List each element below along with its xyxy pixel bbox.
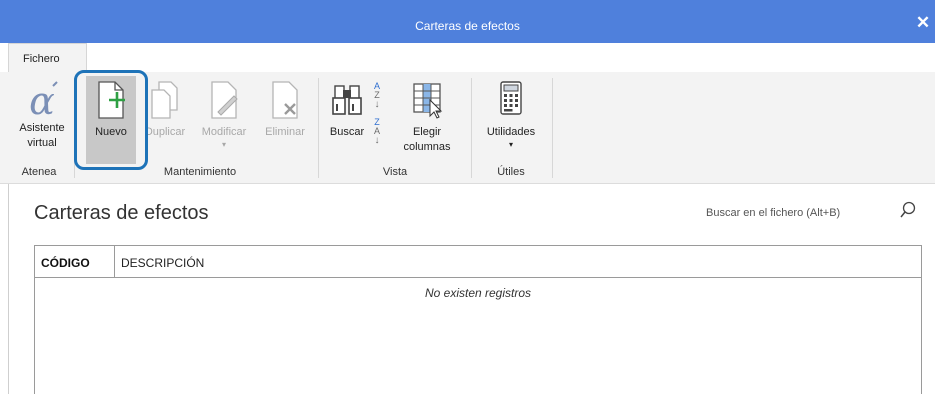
column-header-descripcion[interactable]: DESCRIPCIÓN: [121, 256, 204, 270]
eliminar-button[interactable]: Eliminar: [258, 78, 312, 140]
elegir-columnas-button[interactable]: Elegir columnas: [398, 78, 456, 155]
elegir-label-2: columnas: [403, 141, 451, 153]
ribbon: α Asistente virtual Atenea Nuevo Duplica…: [0, 70, 935, 184]
nuevo-highlight-ring: [74, 70, 148, 170]
sort-descending-icon[interactable]: Z A ↓: [371, 118, 383, 146]
modificar-label: Modificar: [201, 126, 247, 138]
calculator-icon: [500, 81, 522, 115]
alpha-icon: α: [29, 79, 58, 122]
group-label-atenea: Atenea: [21, 166, 57, 178]
eliminar-label: Eliminar: [265, 126, 305, 138]
edit-document-icon: [211, 81, 238, 119]
group-label-utiles: Útiles: [497, 166, 525, 178]
group-label-mantenimiento: Mantenimiento: [163, 166, 237, 178]
sort-ascending-icon[interactable]: A Z ↓: [371, 82, 383, 110]
pane-border: [8, 184, 9, 394]
asistente-label-2: virtual: [27, 137, 57, 149]
buscar-label: Buscar: [329, 126, 365, 138]
svg-text:α: α: [29, 79, 55, 122]
title-bar: Carteras de efectos ✕: [0, 0, 935, 43]
chevron-down-icon: ▾: [508, 140, 513, 149]
column-header-codigo[interactable]: CÓDIGO: [35, 246, 115, 278]
modificar-button[interactable]: Modificar ▾: [194, 78, 254, 150]
page-title: Carteras de efectos: [34, 202, 209, 224]
asistente-virtual-button[interactable]: α Asistente virtual: [10, 78, 74, 151]
duplicate-icon: [151, 81, 178, 119]
separator: [552, 78, 553, 178]
choose-columns-icon: [413, 83, 443, 119]
elegir-label-1: Elegir: [412, 126, 442, 138]
tab-fichero-label: Fichero: [23, 53, 60, 65]
search-input[interactable]: Buscar en el fichero (Alt+B): [706, 207, 840, 219]
tab-fichero[interactable]: Fichero: [8, 43, 87, 72]
binoculars-icon: [332, 85, 362, 115]
close-icon[interactable]: ✕: [913, 13, 933, 33]
utilidades-label: Utilidades: [486, 126, 536, 138]
empty-message: No existen registros: [424, 286, 532, 300]
utilidades-button[interactable]: Utilidades ▾: [476, 78, 546, 150]
delete-document-icon: [272, 81, 298, 119]
asistente-label-1: Asistente: [19, 122, 65, 134]
window-title: Carteras de efectos: [415, 19, 520, 33]
separator: [471, 78, 472, 178]
records-table: CÓDIGO DESCRIPCIÓN No existen registros: [34, 245, 922, 394]
group-label-vista: Vista: [382, 166, 408, 178]
buscar-button[interactable]: Buscar: [326, 78, 368, 140]
chevron-down-icon: ▾: [221, 140, 226, 149]
table-header: CÓDIGO DESCRIPCIÓN: [35, 246, 921, 278]
search-icon[interactable]: [899, 201, 917, 219]
separator: [318, 78, 319, 178]
